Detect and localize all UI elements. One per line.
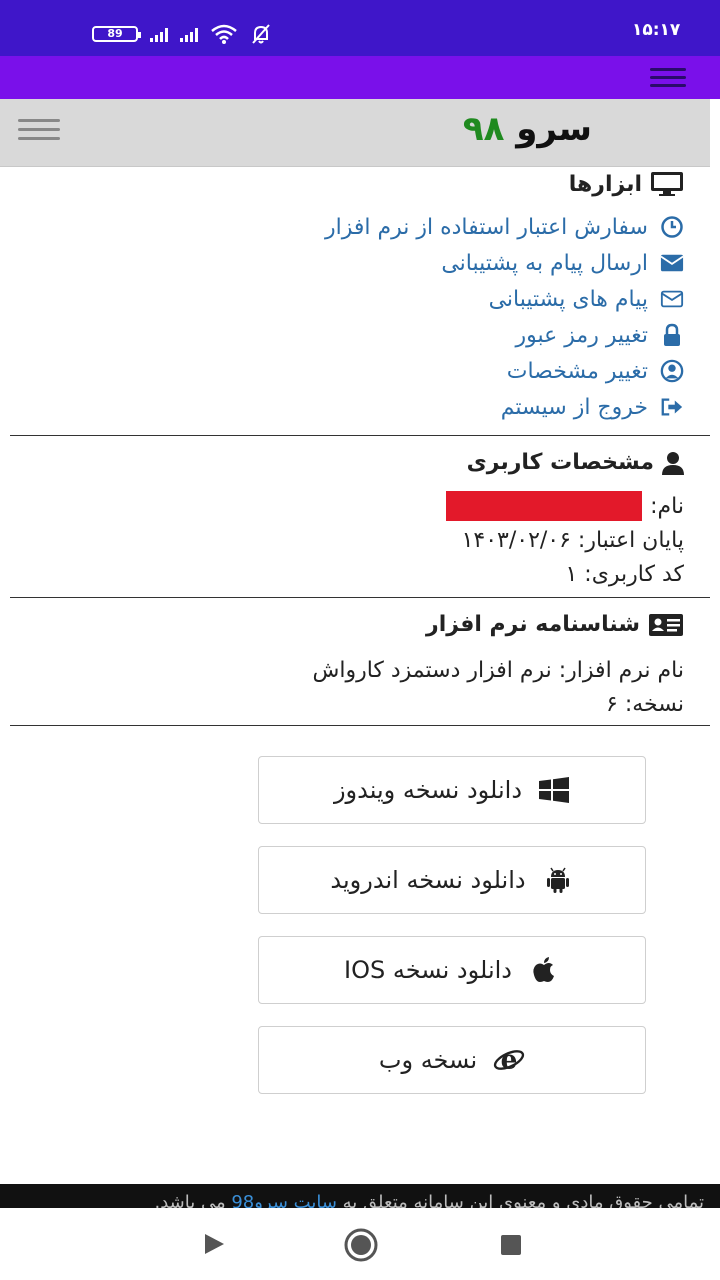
lock-icon	[660, 323, 684, 347]
user-code: کد کاربری: ۱	[565, 561, 684, 587]
footer-text: تمامی حقوق مادی و معنوی این سامانه متعلق…	[0, 1184, 720, 1208]
user-info-title: مشخصات کاربری	[10, 450, 710, 475]
web-version-button[interactable]: e نسخه وب	[258, 1026, 646, 1094]
divider	[10, 597, 710, 598]
desktop-icon	[651, 172, 683, 196]
app-bar	[0, 56, 720, 99]
envelope-solid-icon	[660, 251, 684, 275]
tools-list: سفارش اعتبار استفاده از نرم افزار ارسال …	[10, 209, 710, 425]
status-icons: 89	[92, 20, 272, 48]
wifi-icon	[211, 24, 237, 44]
tools-item-logout[interactable]: خروج از سیستم	[10, 389, 684, 425]
user-name-row: نام:	[10, 489, 684, 523]
svg-text:e: e	[501, 1044, 518, 1075]
apple-icon	[528, 954, 560, 986]
site-header: سرو ۹۸	[0, 99, 710, 167]
download-ios-button[interactable]: دانلود نسخه IOS	[258, 936, 646, 1004]
tools-title: ابزارها	[10, 171, 710, 197]
signal-icon	[150, 26, 168, 42]
tools-item-order-credit[interactable]: سفارش اعتبار استفاده از نرم افزار	[10, 209, 684, 245]
id-card-icon	[649, 613, 683, 636]
footer: تمامی حقوق مادی و معنوی این سامانه متعلق…	[0, 1184, 720, 1208]
user-icon	[662, 451, 684, 475]
back-triangle-icon[interactable]	[202, 1232, 226, 1256]
signal-icon-2	[180, 26, 198, 42]
battery-icon: 89	[92, 26, 141, 42]
sign-out-icon	[660, 395, 684, 419]
android-icon	[542, 864, 574, 896]
tools-item-support-messages[interactable]: پیام های پشتیبانی	[10, 281, 684, 317]
internet-explorer-icon: e	[493, 1044, 525, 1076]
android-nav-bar	[0, 1208, 720, 1280]
software-name: نام نرم افزار: نرم افزار دستمزد کارواش	[312, 657, 684, 683]
envelope-outline-icon	[660, 287, 684, 311]
status-bar: 89 ۱۵:۱۷	[0, 0, 720, 56]
user-info: نام: پایان اعتبار: ۱۴۰۳/۰۲/۰۶ کد کاربری:…	[10, 489, 710, 591]
download-android-button[interactable]: دانلود نسخه اندروید	[258, 846, 646, 914]
recent-apps-icon[interactable]	[500, 1234, 522, 1256]
software-info-title: شناسنامه نرم افزار	[10, 612, 710, 637]
bell-off-icon	[252, 24, 270, 44]
home-circle-icon[interactable]	[344, 1228, 378, 1262]
app-menu-icon[interactable]	[650, 68, 686, 88]
footer-site-link[interactable]: سایت سرو98	[231, 1192, 337, 1208]
menu-toggle-icon[interactable]	[18, 119, 60, 141]
divider	[10, 435, 710, 436]
download-windows-button[interactable]: دانلود نسخه ویندوز	[258, 756, 646, 824]
clock-icon	[660, 215, 684, 239]
main-content: ابزارها سفارش اعتبار استفاده از نرم افزا…	[10, 167, 710, 726]
user-expiry: پایان اعتبار: ۱۴۰۳/۰۲/۰۶	[461, 527, 684, 553]
tools-item-send-message[interactable]: ارسال پیام به پشتیبانی	[10, 245, 684, 281]
status-time: ۱۵:۱۷	[632, 20, 681, 40]
logo-number: ۹۸	[462, 109, 505, 149]
redacted-name	[446, 491, 643, 521]
logo-word: سرو	[516, 109, 592, 149]
user-circle-icon	[660, 359, 684, 383]
tools-item-change-profile[interactable]: تغییر مشخصات	[10, 353, 684, 389]
software-version: نسخه: ۶	[606, 691, 684, 717]
user-name-label: نام:	[650, 493, 684, 519]
download-buttons: دانلود نسخه ویندوز دانلود نسخه اندروید د…	[258, 756, 646, 1116]
software-info: نام نرم افزار: نرم افزار دستمزد کارواش ن…	[10, 653, 710, 721]
windows-icon	[538, 774, 570, 806]
divider	[10, 725, 710, 726]
site-logo[interactable]: سرو ۹۸	[463, 109, 592, 149]
tools-item-change-password[interactable]: تغییر رمز عبور	[10, 317, 684, 353]
